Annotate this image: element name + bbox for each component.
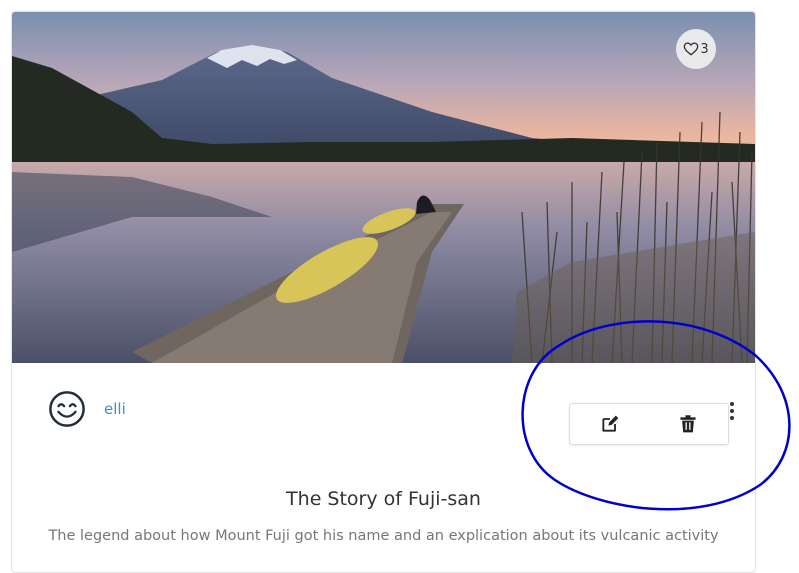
- post-actions-menu: [569, 403, 729, 445]
- edit-icon[interactable]: [600, 414, 620, 434]
- more-options-button[interactable]: [726, 402, 738, 420]
- dot: [730, 409, 734, 413]
- author-link[interactable]: elli: [104, 400, 126, 418]
- post-description: The legend about how Mount Fuji got his …: [48, 528, 719, 544]
- post-cover-image: 3: [12, 12, 755, 363]
- dot: [730, 416, 734, 420]
- like-button[interactable]: 3: [676, 29, 716, 69]
- post-title: The Story of Fuji-san: [286, 488, 481, 510]
- like-count: 3: [700, 41, 709, 57]
- avatar: [49, 391, 85, 427]
- heart-icon: [684, 42, 699, 56]
- post-card: 3 elli The Story of Fuji-san The legend …: [11, 11, 756, 573]
- trash-icon[interactable]: [678, 414, 698, 434]
- dot: [730, 402, 734, 406]
